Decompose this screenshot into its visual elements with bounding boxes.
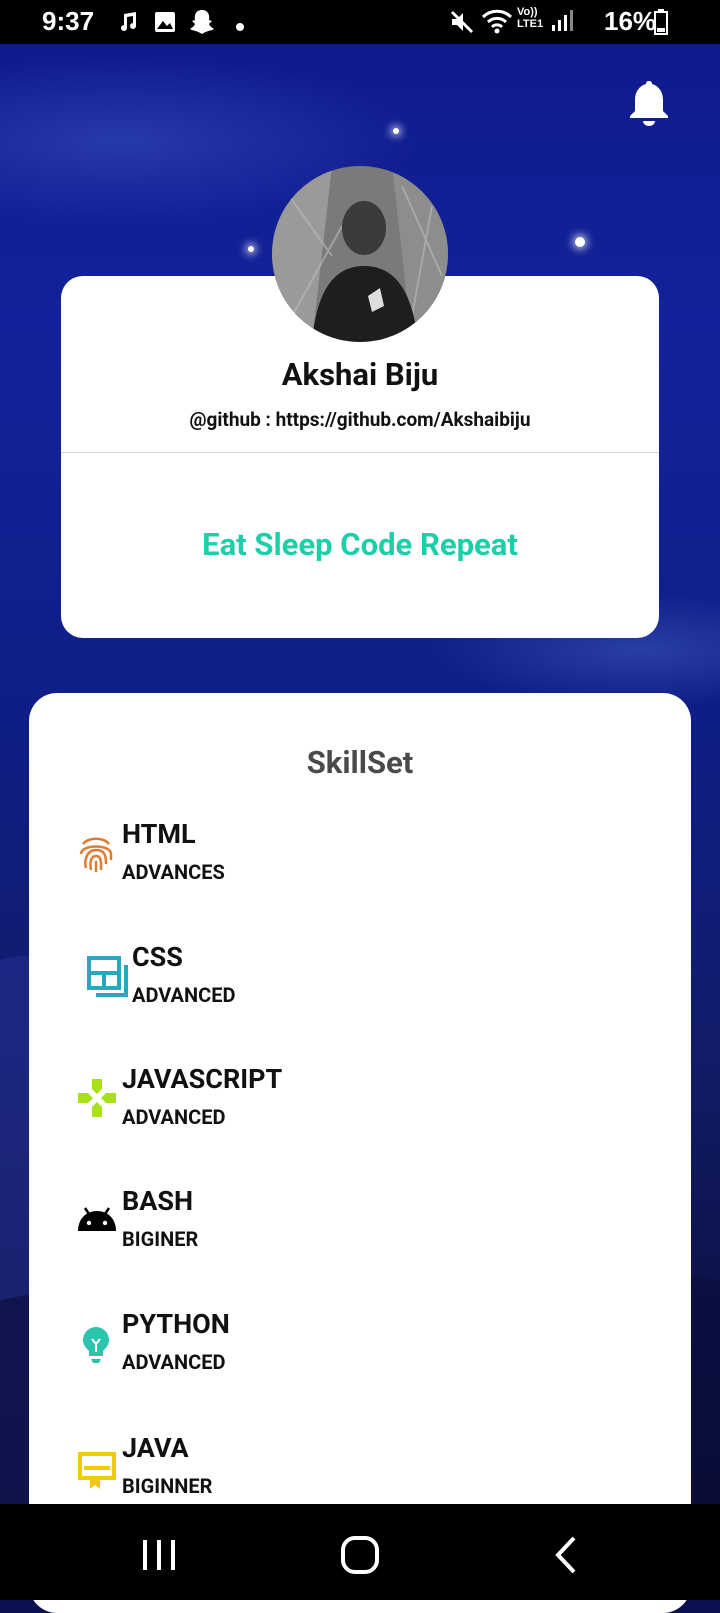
mute-icon bbox=[449, 9, 475, 39]
skill-item-html[interactable]: HTML ADVANCES bbox=[76, 818, 636, 908]
skill-level: ADVANCES bbox=[122, 860, 225, 884]
certificate-icon bbox=[78, 1452, 120, 1494]
avatar[interactable] bbox=[272, 166, 448, 342]
navigation-bar bbox=[0, 1504, 720, 1600]
music-note-icon bbox=[120, 10, 140, 38]
skill-name: JAVA bbox=[122, 1432, 189, 1464]
skill-item-javascript[interactable]: JAVASCRIPT ADVANCED bbox=[76, 1063, 636, 1153]
recents-icon[interactable] bbox=[134, 1530, 184, 1580]
image-icon bbox=[154, 11, 176, 37]
android-icon bbox=[76, 1205, 118, 1247]
skill-item-python[interactable]: PYTHON ADVANCED bbox=[76, 1308, 636, 1398]
divider bbox=[61, 452, 659, 453]
skill-level: BIGINER bbox=[122, 1227, 199, 1251]
profile-tagline: Eat Sleep Code Repeat bbox=[202, 526, 518, 563]
back-icon[interactable] bbox=[542, 1530, 592, 1580]
skill-name: PYTHON bbox=[122, 1308, 230, 1340]
skill-item-css[interactable]: CSS ADVANCED bbox=[76, 941, 636, 1031]
battery-icon bbox=[654, 9, 668, 39]
skill-name: BASH bbox=[122, 1185, 194, 1217]
battery-percent: 16% bbox=[604, 6, 657, 36]
dashboard-icon bbox=[86, 955, 128, 997]
dot-icon bbox=[235, 17, 245, 36]
skill-level: ADVANCED bbox=[132, 983, 236, 1007]
star bbox=[248, 246, 254, 252]
profile-name: Akshai Biju bbox=[281, 356, 439, 393]
skillset-title: SkillSet bbox=[306, 744, 414, 781]
skill-name: JAVASCRIPT bbox=[122, 1063, 283, 1095]
skill-level: BIGINNER bbox=[122, 1474, 213, 1498]
skill-item-bash[interactable]: BASH BIGINER bbox=[76, 1185, 636, 1275]
status-time: 9:37 bbox=[42, 6, 95, 36]
skill-level: ADVANCED bbox=[122, 1350, 226, 1374]
lightbulb-icon bbox=[82, 1326, 124, 1368]
fingerprint-icon bbox=[78, 834, 120, 876]
skill-level: ADVANCED bbox=[122, 1105, 226, 1129]
github-link[interactable]: @github : https://github.com/Akshaibiju bbox=[0, 408, 720, 431]
bell-icon[interactable] bbox=[627, 78, 671, 128]
status-bar: 9:37 Vo)) LTE1 16% bbox=[0, 0, 720, 44]
star bbox=[393, 128, 399, 134]
network-label: Vo)) LTE1 bbox=[517, 6, 544, 30]
signal-icon bbox=[551, 9, 573, 37]
star bbox=[575, 237, 585, 247]
skill-name: HTML bbox=[122, 818, 196, 850]
skill-name: CSS bbox=[132, 941, 183, 973]
wifi-icon bbox=[481, 9, 513, 39]
gamepad-icon bbox=[78, 1079, 120, 1121]
home-icon[interactable] bbox=[336, 1530, 386, 1580]
snapchat-icon bbox=[188, 8, 216, 40]
